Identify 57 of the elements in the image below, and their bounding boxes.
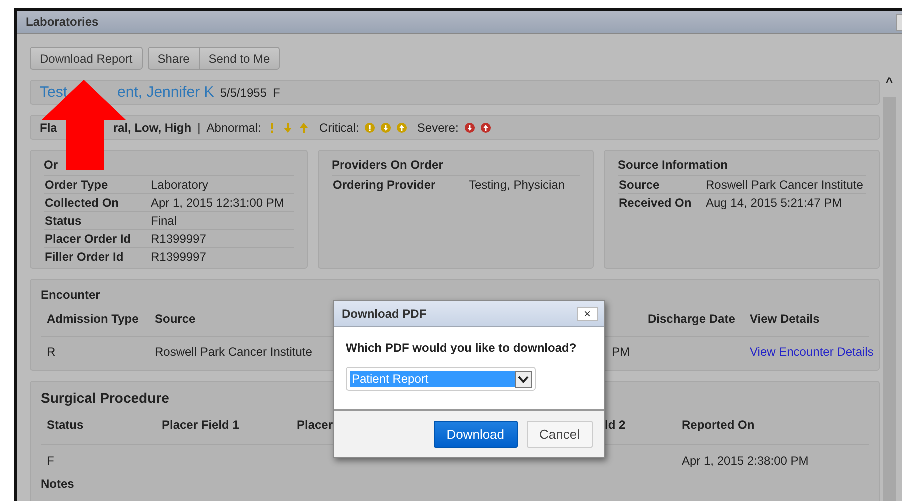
flags-label: ral, Low, High	[113, 120, 192, 134]
send-to-me-button[interactable]: Send to Me	[200, 47, 280, 70]
table-cell-text: R	[47, 345, 57, 359]
cancel-button[interactable]: Cancel	[526, 420, 593, 448]
field-label: Filler Order Id	[45, 250, 125, 264]
window-title: Laboratories	[26, 15, 99, 29]
column-header: View Details	[750, 312, 821, 326]
field-value: Roswell Park Cancer Institute	[706, 178, 864, 192]
field-value: Apr 1, 2015 12:31:00 PM	[151, 196, 286, 210]
card-title: Providers On Order	[332, 158, 444, 174]
column-header: Status	[47, 418, 85, 432]
field-value: R1399997	[151, 250, 208, 264]
legend-label: Severe:	[417, 120, 459, 134]
share-button[interactable]: Share	[148, 47, 200, 70]
download-report-button[interactable]: Download Report	[30, 47, 143, 70]
field-label: Placer Order Id	[45, 232, 132, 246]
field-value: Laboratory	[151, 178, 210, 192]
legend-label: Abnormal:	[206, 120, 262, 134]
field-value: Aug 14, 2015 5:21:47 PM	[706, 196, 844, 210]
section-title: Surgical Procedure	[41, 390, 170, 406]
caret-icon	[515, 370, 532, 388]
table-cell-text: PM	[612, 345, 631, 359]
column-header: Placer	[297, 418, 334, 432]
column-header: Reported On	[682, 418, 756, 432]
field-value: Final	[151, 214, 178, 228]
dialog-question: Which PDF would you like to download?	[346, 341, 578, 355]
legend-label: Critical:	[319, 120, 360, 134]
separator: |	[198, 120, 201, 134]
field-label: Received On	[619, 196, 693, 210]
card-title: Or	[44, 158, 60, 174]
table-cell-text: F	[47, 454, 56, 468]
field-label: Collected On	[45, 196, 120, 210]
birth-date: 5/5/1955	[220, 86, 267, 100]
download-button[interactable]: Download	[434, 420, 518, 448]
notes-label: Notes	[41, 477, 76, 491]
scroll-up-button[interactable]: ^	[883, 67, 896, 97]
section-title: Encounter	[41, 288, 102, 302]
field-label: Order Type	[45, 178, 110, 192]
scrollbar[interactable]: ^	[883, 67, 896, 501]
field-value: R1399997	[151, 232, 208, 246]
field-value: Testing, Physician	[469, 178, 566, 192]
column-header: ld 2	[605, 418, 627, 432]
flags-label: Fla	[40, 120, 58, 134]
close-button[interactable]: ×	[577, 306, 598, 320]
column-header: Discharge Date	[648, 312, 736, 326]
card-title: Source Information	[618, 158, 730, 174]
field-label: Ordering Provider	[333, 178, 437, 192]
field-label: Source	[619, 178, 661, 192]
view-encounter-details-link[interactable]: View Encounter Details	[750, 345, 874, 359]
table-cell-text: Apr 1, 2015 2:38:00 PM	[682, 454, 810, 468]
column-header: Admission Type	[47, 312, 140, 326]
table-cell-text: Roswell Park Cancer Institute	[155, 345, 314, 359]
patient-sex: F	[272, 86, 280, 100]
column-header: Placer Field 1	[162, 418, 240, 432]
field-label: Status	[45, 214, 83, 228]
column-header: Source	[155, 312, 197, 326]
dialog-title: Download PDF	[342, 306, 427, 320]
